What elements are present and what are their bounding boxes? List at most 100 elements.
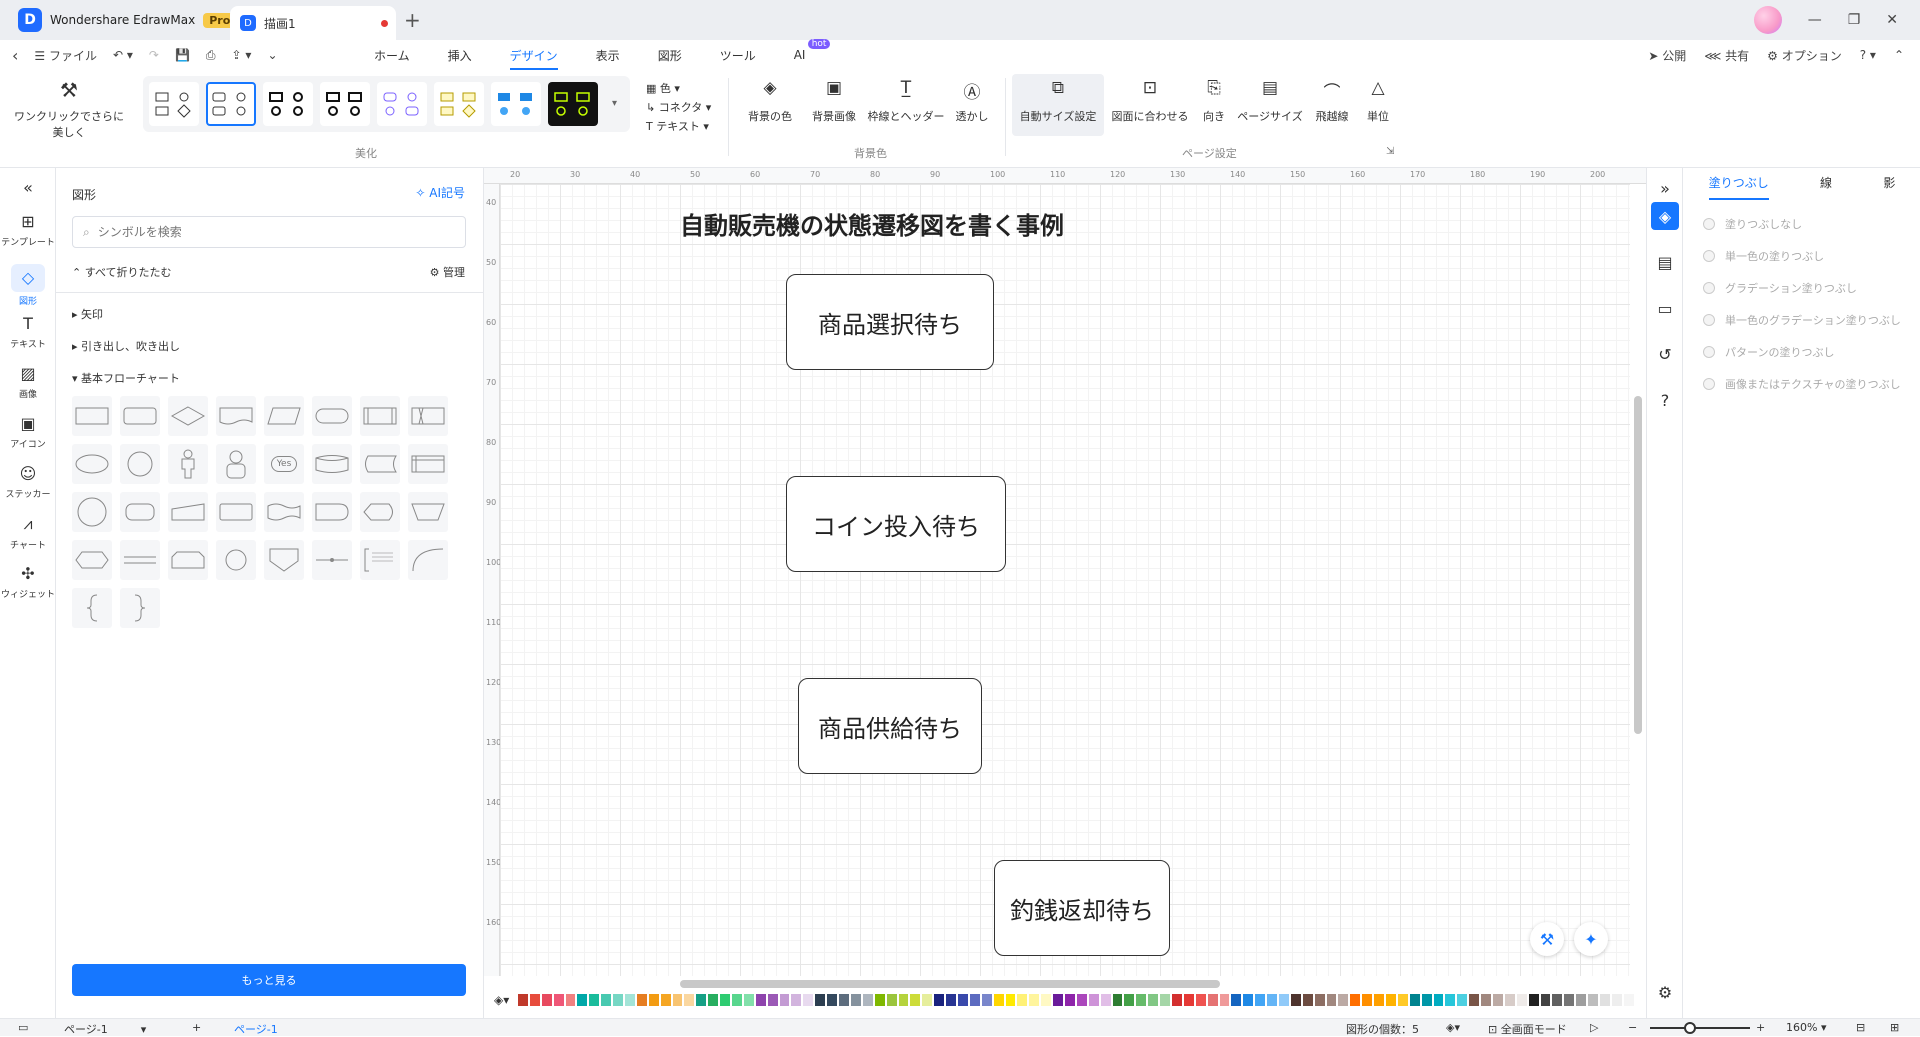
help-icon[interactable]: ? xyxy=(1651,386,1679,414)
shape-delay[interactable] xyxy=(312,492,352,532)
color-swatch[interactable] xyxy=(993,994,1004,1006)
shape-manual-operation[interactable] xyxy=(408,492,448,532)
shape-manual-input[interactable] xyxy=(168,492,208,532)
color-swatch[interactable] xyxy=(660,994,671,1006)
color-swatch[interactable] xyxy=(1100,994,1111,1006)
collapse-sidebar-icon[interactable]: « xyxy=(0,178,56,201)
color-swatch[interactable] xyxy=(839,994,849,1006)
color-swatch[interactable] xyxy=(1576,994,1587,1006)
color-swatch[interactable] xyxy=(1219,994,1230,1006)
category-callouts[interactable]: ▸ 引き出し、吹き出し xyxy=(72,338,180,354)
fill-bucket-icon[interactable]: ◈▾ xyxy=(494,993,509,1007)
color-swatch[interactable] xyxy=(1362,994,1373,1006)
color-swatch[interactable] xyxy=(1611,994,1622,1006)
color-swatch[interactable] xyxy=(1255,994,1266,1006)
color-swatch[interactable] xyxy=(1160,994,1170,1006)
publish-button[interactable]: ➤ 公開 xyxy=(1648,47,1686,64)
style-option-1[interactable] xyxy=(149,82,199,126)
color-swatch[interactable] xyxy=(1326,994,1337,1006)
zoom-in-icon[interactable]: + xyxy=(1756,1021,1765,1034)
shape-annotation[interactable] xyxy=(360,540,400,580)
color-swatch[interactable] xyxy=(767,994,778,1006)
color-swatch[interactable] xyxy=(1243,994,1254,1006)
shape-document[interactable] xyxy=(216,396,256,436)
color-swatch[interactable] xyxy=(1148,994,1159,1006)
settings-gear-icon[interactable]: ⚙ xyxy=(1651,978,1679,1006)
color-swatch[interactable] xyxy=(601,994,612,1006)
zoom-level[interactable]: 160% ▾ xyxy=(1786,1021,1826,1034)
color-swatch[interactable] xyxy=(1279,994,1289,1006)
shape-collate[interactable] xyxy=(408,396,448,436)
shape-actor[interactable] xyxy=(168,444,208,484)
shape-horizontal-cylinder[interactable] xyxy=(120,492,160,532)
symbol-search[interactable]: ⌕ xyxy=(72,216,466,248)
shape-display[interactable] xyxy=(360,492,400,532)
state-node[interactable]: 商品選択待ち xyxy=(786,274,994,370)
tab-design[interactable]: デザイン xyxy=(509,40,558,70)
color-swatch[interactable] xyxy=(1302,994,1313,1006)
tab-insert[interactable]: 挿入 xyxy=(448,40,472,70)
color-swatch[interactable] xyxy=(684,994,695,1006)
more-dropdown-icon[interactable]: ⌄ xyxy=(267,48,277,62)
color-swatch[interactable] xyxy=(553,994,564,1006)
help-icon[interactable]: ? ▾ xyxy=(1860,48,1876,62)
shape-preparation[interactable] xyxy=(72,540,112,580)
canvas-area[interactable]: 20 30 40 50 60 70 80 90 100 110 120 130 … xyxy=(484,168,1646,976)
undo-icon[interactable]: ↶ ▾ xyxy=(113,48,133,62)
color-swatch[interactable] xyxy=(1600,994,1610,1006)
style-option-6[interactable] xyxy=(434,82,484,126)
zoom-out-icon[interactable]: − xyxy=(1628,1021,1637,1034)
color-swatch[interactable] xyxy=(1195,994,1206,1006)
shape-predefined-process[interactable] xyxy=(360,396,400,436)
new-tab-plus-icon[interactable]: + xyxy=(404,8,421,32)
color-swatch[interactable] xyxy=(625,994,635,1006)
style-gallery-more-icon[interactable]: ▾ xyxy=(612,98,617,109)
history-icon[interactable]: ↺ xyxy=(1651,340,1679,368)
color-swatch[interactable] xyxy=(1171,994,1182,1006)
fill-option-solid[interactable]: 単一色の塗りつぶし xyxy=(1703,248,1824,264)
vertical-scrollbar[interactable] xyxy=(1634,396,1642,734)
color-swatch[interactable] xyxy=(1481,994,1492,1006)
avatar[interactable] xyxy=(1753,6,1782,34)
color-swatch[interactable] xyxy=(613,994,624,1006)
color-swatch[interactable] xyxy=(1552,994,1563,1006)
color-swatch[interactable] xyxy=(981,994,992,1006)
color-swatch[interactable] xyxy=(1588,994,1599,1006)
color-swatch[interactable] xyxy=(708,994,719,1006)
page-tab[interactable]: ページ-1 xyxy=(234,1021,278,1037)
color-swatch[interactable] xyxy=(1088,994,1099,1006)
style-option-5[interactable] xyxy=(377,82,427,126)
shape-yes-bubble[interactable]: Yes xyxy=(264,444,304,484)
page-dropdown[interactable]: ページ-1 ▾ xyxy=(64,1021,146,1037)
color-swatch[interactable] xyxy=(898,994,909,1006)
page-layout-icon[interactable]: ▭ xyxy=(18,1021,28,1034)
color-swatch[interactable] xyxy=(1064,994,1075,1006)
zoom-slider-handle[interactable] xyxy=(1684,1022,1696,1034)
collapse-all-button[interactable]: ⌃ すべて折りたたむ xyxy=(72,264,172,280)
color-swatch[interactable] xyxy=(696,994,707,1006)
sidebar-item-shapes[interactable]: ◇ 図形 xyxy=(0,264,56,307)
fill-option-pattern[interactable]: パターンの塗りつぶし xyxy=(1703,344,1835,360)
color-swatch[interactable] xyxy=(957,994,968,1006)
color-swatch[interactable] xyxy=(1433,994,1444,1006)
color-swatch[interactable] xyxy=(732,994,742,1006)
tab-fill[interactable]: 塗りつぶし xyxy=(1708,174,1769,200)
style-option-8[interactable] xyxy=(548,82,598,126)
sidebar-item-icons[interactable]: ▣ アイコン xyxy=(0,414,56,450)
unit-button[interactable]: △ 単位 xyxy=(1338,78,1418,124)
color-swatch[interactable] xyxy=(565,994,576,1006)
shape-connector-circle[interactable] xyxy=(216,540,256,580)
color-swatch[interactable] xyxy=(1290,994,1301,1006)
share-button[interactable]: ⋘ 共有 xyxy=(1704,47,1749,64)
color-swatch[interactable] xyxy=(518,994,528,1006)
zoom-slider[interactable] xyxy=(1650,1027,1750,1029)
color-swatch[interactable] xyxy=(541,994,552,1006)
save-icon[interactable]: 💾 xyxy=(175,48,190,62)
app-tab[interactable]: D Wondershare EdrawMax Pro xyxy=(0,0,237,40)
fit-page-icon[interactable]: ⊟ xyxy=(1856,1021,1865,1034)
collapse-ribbon-icon[interactable]: ⌃ xyxy=(1894,48,1904,62)
sidebar-item-images[interactable]: ▨ 画像 xyxy=(0,364,56,400)
color-swatch[interactable] xyxy=(827,994,838,1006)
color-swatch[interactable] xyxy=(1338,994,1349,1006)
shape-arc[interactable] xyxy=(408,540,448,580)
